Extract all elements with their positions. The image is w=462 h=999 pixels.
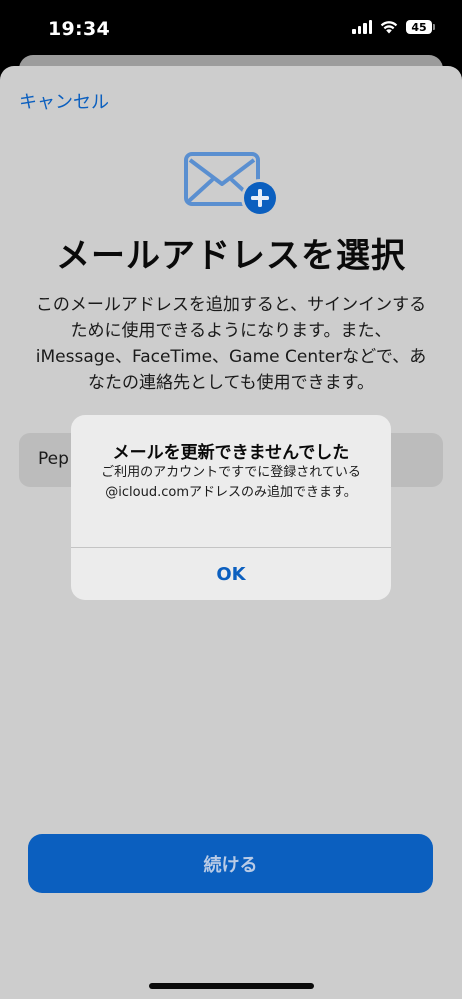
error-alert: メールを更新できませんでした ご利用のアカウントですでに登録されている@iclo… xyxy=(71,415,391,600)
cellular-signal-icon xyxy=(352,20,372,34)
status-time: 19:34 xyxy=(48,18,110,40)
status-bar: 19:34 45 xyxy=(0,0,462,58)
screen: 19:34 45 キャンセル メールアドレスを選択 このメールアドレスを追加する… xyxy=(0,0,462,999)
alert-ok-button[interactable]: OK xyxy=(71,548,391,600)
page-title: メールアドレスを選択 xyxy=(56,236,406,276)
status-icons: 45 xyxy=(352,20,435,34)
page-description: このメールアドレスを追加すると、サインインするために使用できるようになります。ま… xyxy=(35,295,427,393)
mail-add-icon xyxy=(184,152,279,217)
battery-level: 45 xyxy=(411,20,427,34)
battery-icon: 45 xyxy=(406,20,435,34)
alert-title: メールを更新できませんでした xyxy=(112,443,350,463)
continue-button[interactable]: 続ける xyxy=(28,834,433,893)
alert-message: ご利用のアカウントですでに登録されている@icloud.comアドレスのみ追加で… xyxy=(101,465,361,500)
email-input-value: Pep xyxy=(38,449,69,469)
cancel-button[interactable]: キャンセル xyxy=(19,88,109,114)
home-indicator xyxy=(149,983,314,989)
wifi-icon xyxy=(380,21,398,34)
